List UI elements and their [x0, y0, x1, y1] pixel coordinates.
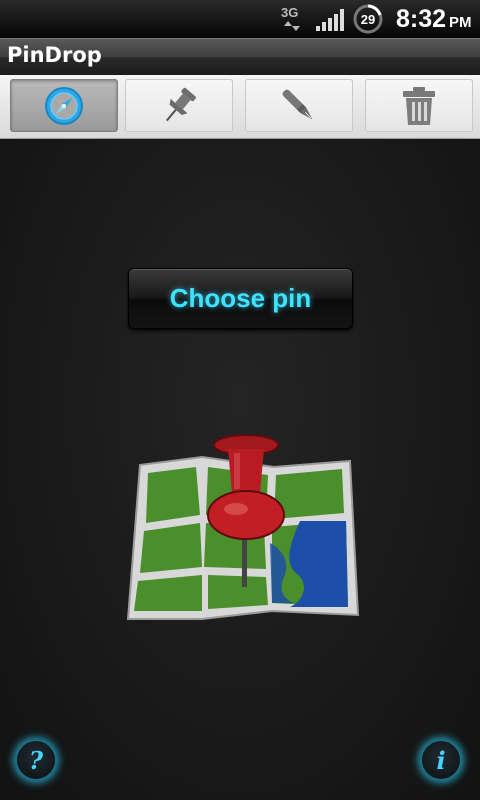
- info-button[interactable]: i: [420, 739, 462, 781]
- help-button[interactable]: ?: [15, 739, 57, 781]
- tab-trash[interactable]: [365, 79, 473, 132]
- main-content: Choose pin ? i: [0, 139, 480, 800]
- compass-icon: [45, 86, 83, 125]
- title-bar: PinDrop: [0, 38, 480, 75]
- clock-ampm: PM: [449, 14, 472, 31]
- map-with-pushpin-icon: [126, 434, 360, 620]
- status-bar: 3G 29 8:32 PM: [0, 0, 480, 38]
- choose-pin-button[interactable]: Choose pin: [128, 268, 353, 329]
- app-title: PinDrop: [7, 43, 102, 67]
- pushpin-icon: [166, 87, 196, 121]
- tab-pushpin[interactable]: [125, 79, 233, 132]
- battery-level: 29: [361, 12, 375, 27]
- battery-icon: 29: [352, 3, 384, 35]
- pen-icon: [282, 89, 313, 119]
- network-3g-icon: 3G: [281, 5, 300, 31]
- clock: 8:32 PM: [396, 5, 472, 34]
- svg-text:3G: 3G: [281, 5, 298, 20]
- signal-strength-icon: [316, 9, 344, 31]
- toolbar: [0, 75, 480, 139]
- trash-icon: [403, 86, 435, 125]
- clock-time: 8:32: [396, 5, 447, 33]
- tab-pen[interactable]: [245, 79, 353, 132]
- tab-compass[interactable]: [10, 79, 118, 132]
